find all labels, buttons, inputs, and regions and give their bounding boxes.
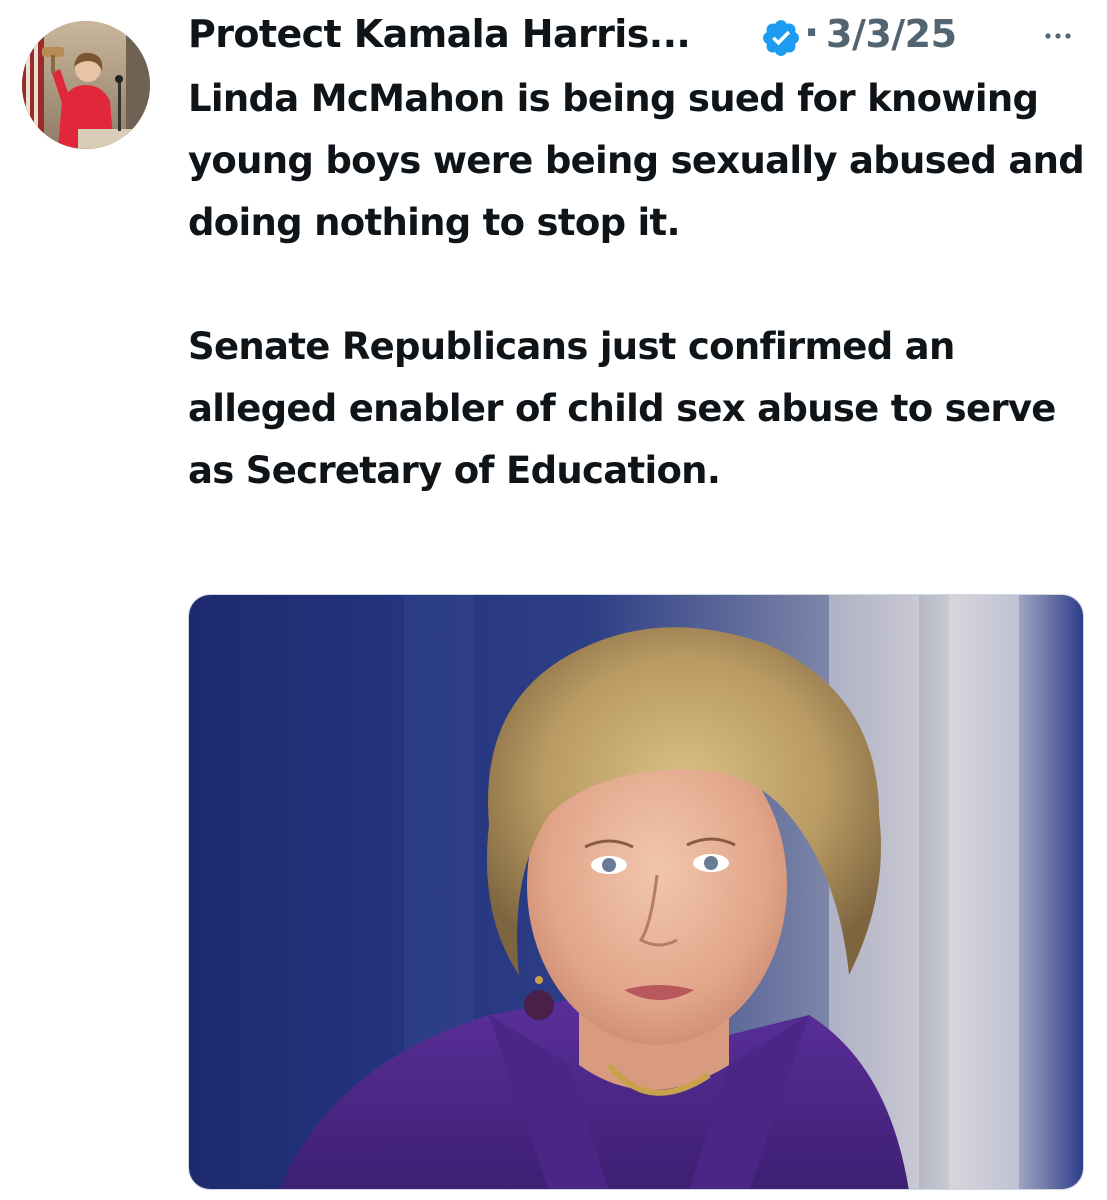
tweet-paragraph-1: Linda McMahon is being sued for knowing … [188,77,1085,244]
author-avatar[interactable] [22,21,150,149]
photo-image [189,595,1083,1189]
tweet-timestamp[interactable]: 3/3/25 [826,12,957,56]
tweet-text: Linda McMahon is being sued for knowing … [188,68,1088,502]
tweet-paragraph-2: Senate Republicans just confirmed an all… [188,325,1056,492]
tweet-header: Protect Kamala Harris... · 3/3/25 [188,8,1088,58]
more-options-icon[interactable] [1038,16,1078,56]
tweet-media-photo[interactable] [188,594,1084,1190]
avatar-image [22,21,150,149]
author-display-name[interactable]: Protect Kamala Harris... [188,12,691,56]
verified-badge-icon[interactable] [760,17,802,59]
header-separator: · [804,10,820,56]
tweet[interactable]: Protect Kamala Harris... · 3/3/25 Linda … [0,0,1107,1200]
